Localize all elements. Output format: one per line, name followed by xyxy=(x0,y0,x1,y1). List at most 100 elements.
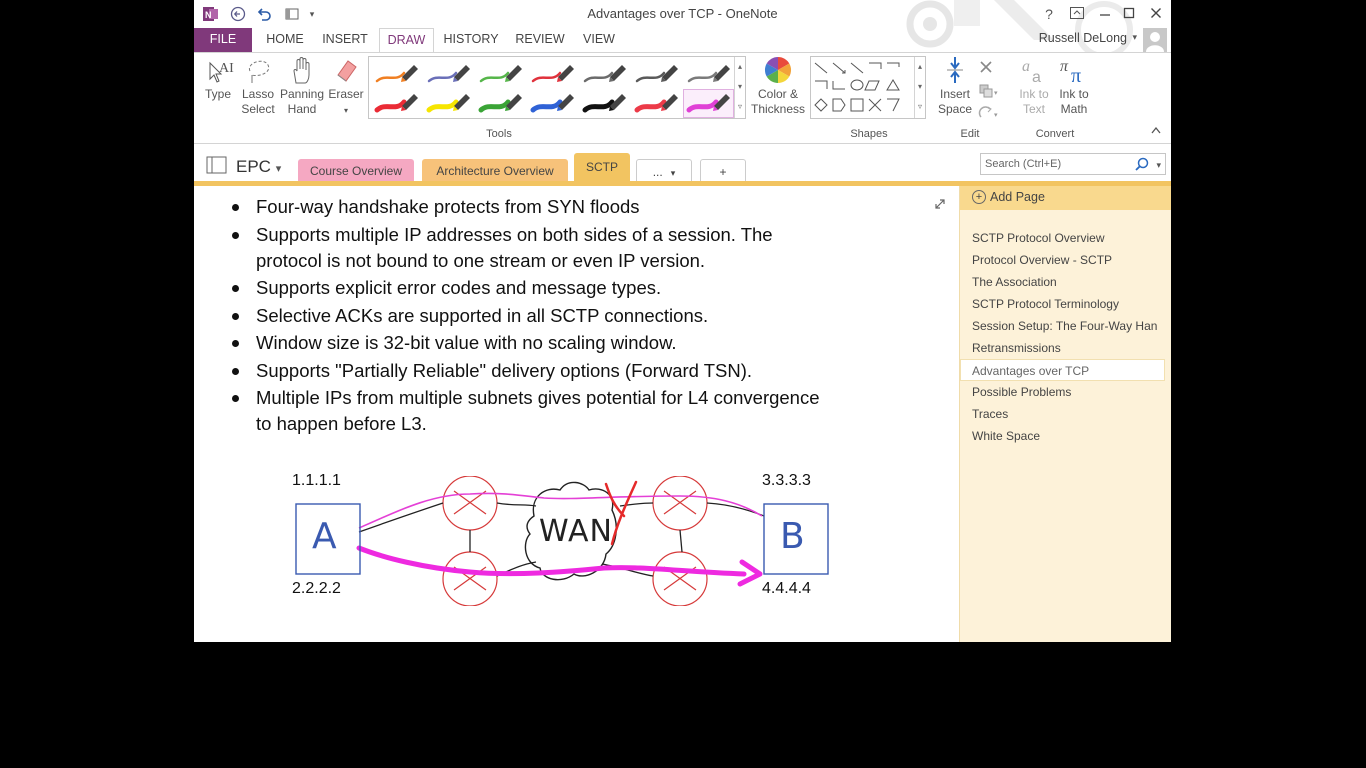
notebook-bar: EPC ▾ Course Overview Architecture Overvi… xyxy=(194,145,1171,183)
node-a-label: A xyxy=(312,516,337,557)
bullet-item[interactable]: Supports explicit error codes and messag… xyxy=(232,275,832,301)
ink-to-math-icon: ππ xyxy=(1058,55,1090,87)
tab-home[interactable]: HOME xyxy=(260,28,310,52)
tab-add-section[interactable]: + xyxy=(700,159,746,183)
page-list-item[interactable]: SCTP Protocol Terminology xyxy=(960,293,1171,315)
pen-swatch[interactable] xyxy=(683,89,734,118)
page-list-item[interactable]: SCTP Protocol Overview xyxy=(960,227,1171,249)
window-title: Advantages over TCP - OneNote xyxy=(587,6,778,21)
add-page-label: Add Page xyxy=(990,190,1045,204)
user-menu-chevron-icon[interactable]: ▾ xyxy=(1132,32,1137,43)
rotate-icon[interactable]: ▾ xyxy=(978,105,1000,121)
eraser-dropdown-icon[interactable]: ▾ xyxy=(344,106,348,115)
ribbon-display-options-icon[interactable] xyxy=(1066,4,1088,24)
page-list-item[interactable]: Advantages over TCP xyxy=(960,359,1165,381)
insert-space-button[interactable]: Insert Space xyxy=(934,55,976,117)
help-button[interactable]: ? xyxy=(1038,4,1060,24)
tab-sctp[interactable]: SCTP xyxy=(574,153,630,183)
minimize-icon[interactable] xyxy=(1094,4,1116,24)
tab-architecture-overview[interactable]: Architecture Overview xyxy=(422,159,568,183)
arrange-icon[interactable]: ▾ xyxy=(978,83,1000,99)
page-list-item[interactable]: The Association xyxy=(960,271,1171,293)
pen-swatch[interactable] xyxy=(372,61,421,88)
add-page-button[interactable]: + Add Page xyxy=(960,186,1171,210)
tab-course-overview[interactable]: Course Overview xyxy=(298,159,414,183)
page-list-item[interactable]: Retransmissions xyxy=(960,337,1171,359)
shapes-icons xyxy=(814,62,900,112)
bullet-list[interactable]: Four-way handshake protects from SYN flo… xyxy=(232,194,832,439)
color-thickness-button[interactable]: Color & Thickness xyxy=(750,55,806,117)
shapes-gallery[interactable]: ▴ ▾ ▿ xyxy=(810,56,926,119)
page-list-item[interactable]: Session Setup: The Four-Way Han xyxy=(960,315,1171,337)
page-list-item[interactable]: Protocol Overview - SCTP xyxy=(960,249,1171,271)
page-list-item[interactable]: Traces xyxy=(960,403,1171,425)
tab-view[interactable]: VIEW xyxy=(578,28,620,52)
tab-history[interactable]: HISTORY xyxy=(442,28,500,52)
pen-swatch[interactable] xyxy=(476,61,525,88)
tab-review[interactable]: REVIEW xyxy=(510,28,570,52)
delete-icon[interactable] xyxy=(978,59,994,75)
page-list-item[interactable]: White Space xyxy=(960,425,1171,447)
pen-swatch[interactable] xyxy=(580,61,629,88)
pen-swatch[interactable] xyxy=(632,61,681,88)
notebook-name-label: EPC xyxy=(236,157,271,176)
user-name[interactable]: Russell DeLong xyxy=(1039,31,1127,45)
eraser-icon xyxy=(330,55,362,85)
tab-more-sections[interactable]: ... ▾ xyxy=(636,159,692,183)
shapes-gallery-scroll[interactable]: ▴ ▾ ▿ xyxy=(914,57,925,118)
pen-swatch[interactable] xyxy=(424,61,473,88)
close-icon[interactable] xyxy=(1145,4,1167,24)
ink-to-math-label-1: Ink to xyxy=(1059,87,1089,101)
full-page-view-icon[interactable] xyxy=(934,198,946,213)
pen-swatch[interactable] xyxy=(580,90,629,117)
edit-group-label: Edit xyxy=(960,128,980,140)
svg-text:▾: ▾ xyxy=(994,112,998,119)
pen-swatch[interactable] xyxy=(684,61,733,88)
ip-a-top: 1.1.1.1 xyxy=(292,472,341,489)
pen-swatch[interactable] xyxy=(528,90,577,117)
node-b-label: B xyxy=(780,516,805,557)
collapse-ribbon-icon[interactable] xyxy=(1150,125,1162,138)
ink-to-math-button[interactable]: ππ Ink to Math xyxy=(1054,55,1094,117)
search-scope-chevron-icon[interactable]: ▾ xyxy=(1156,155,1161,175)
ink-to-text-button[interactable]: aa Ink to Text xyxy=(1014,55,1054,117)
tab-file[interactable]: FILE xyxy=(194,28,252,52)
search-icon[interactable] xyxy=(1135,157,1149,178)
ink-to-text-label-1: Ink to xyxy=(1019,87,1049,101)
pen-gallery-scroll[interactable]: ▴ ▾ ▿ xyxy=(734,57,745,118)
pen-swatch[interactable] xyxy=(632,90,681,117)
bullet-item[interactable]: Multiple IPs from multiple subnets gives… xyxy=(232,385,832,437)
page-list-item[interactable]: Possible Problems xyxy=(960,381,1171,403)
tab-add-section-label: + xyxy=(719,165,727,179)
bullet-item[interactable]: Supports "Partially Reliable" delivery o… xyxy=(232,358,832,384)
pen-gallery: ▴ ▾ ▿ xyxy=(368,56,746,119)
notebook-icon[interactable] xyxy=(206,156,228,179)
page-canvas[interactable]: Four-way handshake protects from SYN flo… xyxy=(194,186,959,642)
type-button[interactable]: AI Type xyxy=(198,55,238,102)
pen-swatch[interactable] xyxy=(372,90,421,117)
color-label-1: Color & xyxy=(757,87,798,101)
bullet-item[interactable]: Window size is 32-bit value with no scal… xyxy=(232,330,832,356)
more-sections-chevron-icon: ▾ xyxy=(670,168,676,178)
bullet-item[interactable]: Selective ACKs are supported in all SCTP… xyxy=(232,303,832,329)
tab-draw[interactable]: DRAW xyxy=(379,28,434,53)
bullet-item[interactable]: Four-way handshake protects from SYN flo… xyxy=(232,194,832,220)
network-diagram[interactable]: 1.1.1.1 2.2.2.2 3.3.3.3 4.4.4.4 A B WAN xyxy=(284,472,844,606)
eraser-button[interactable]: Eraser ▾ xyxy=(326,55,366,118)
onenote-window: N ▾ Advantages over TCP - OneNote ? FILE… xyxy=(194,0,1171,642)
avatar[interactable] xyxy=(1143,28,1167,52)
search-input[interactable]: Search (Ctrl+E) ▾ xyxy=(980,153,1166,175)
pen-swatch[interactable] xyxy=(528,61,577,88)
pen-swatch[interactable] xyxy=(476,90,525,117)
notebook-name[interactable]: EPC ▾ xyxy=(236,157,281,177)
page-list: SCTP Protocol Overview Protocol Overview … xyxy=(960,227,1171,447)
maximize-icon[interactable] xyxy=(1118,4,1140,24)
pen-swatch[interactable] xyxy=(424,90,473,117)
panning-label-1: Panning xyxy=(279,87,325,101)
bullet-item[interactable]: Supports multiple IP addresses on both s… xyxy=(232,222,832,274)
panning-hand-button[interactable]: Panning Hand xyxy=(278,55,326,117)
tab-insert[interactable]: INSERT xyxy=(318,28,372,52)
search-placeholder: Search (Ctrl+E) xyxy=(985,158,1062,170)
lasso-select-button[interactable]: Lasso Select xyxy=(238,55,278,117)
tab-architecture-overview-label: Architecture Overview xyxy=(436,164,554,178)
